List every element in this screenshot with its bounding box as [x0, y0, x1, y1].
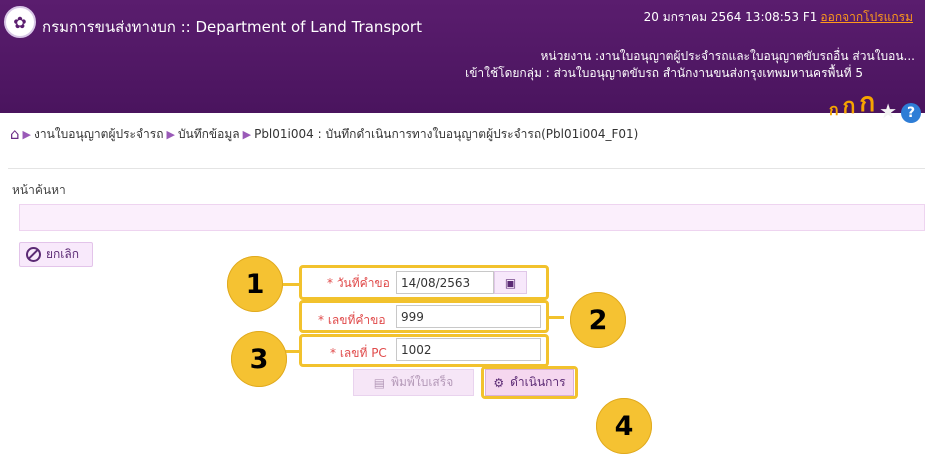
breadcrumb: ⌂ ▶ งานใบอนุญาตผู้ประจำรถ ▶ บันทึกข้อมูล…: [10, 124, 638, 144]
logout-link[interactable]: ออกจากโปรแกรม: [820, 10, 913, 24]
run-button[interactable]: ⚙ ดำเนินการ: [485, 369, 574, 396]
app-header: ✿ กรมการขนส่งทางบก :: Department of Land…: [0, 0, 925, 123]
run-label: ดำเนินการ: [510, 375, 566, 389]
callout-marker-1: 1: [227, 256, 283, 312]
help-icon[interactable]: ?: [901, 103, 921, 123]
logo-emblem-icon: ✿: [4, 6, 36, 38]
font-small-button[interactable]: ก: [829, 98, 839, 123]
app-title: กรมการขนส่งทางบก :: Department of Land T…: [42, 18, 422, 36]
star-icon[interactable]: ★: [879, 99, 897, 123]
request-date-input[interactable]: [396, 271, 494, 294]
home-icon[interactable]: ⌂: [10, 125, 20, 143]
callout-marker-4: 4: [596, 398, 652, 454]
font-medium-button[interactable]: ก: [843, 90, 856, 123]
gear-icon: ⚙: [493, 375, 505, 390]
cancel-label: ยกเลิก: [46, 247, 80, 261]
search-bar: [19, 204, 925, 231]
ban-icon: [26, 247, 41, 262]
breadcrumb-current: Pbl01i004 : บันทึกดำเนินการทางใบอนุญาตผู…: [254, 126, 639, 141]
datetime-text: 20 มกราคม 2564 13:08:53 F1: [643, 10, 818, 24]
breadcrumb-item[interactable]: งานใบอนุญาตผู้ประจำรถ: [34, 125, 163, 144]
cancel-button[interactable]: ยกเลิก: [19, 242, 93, 267]
callout-connector: [548, 316, 564, 319]
callout-connector: [282, 283, 300, 286]
font-large-button[interactable]: ก: [859, 82, 875, 123]
chevron-right-icon: ▶: [166, 127, 175, 141]
chevron-right-icon: ▶: [22, 127, 31, 141]
print-receipt-label: พิมพ์ใบเสร็จ: [391, 375, 454, 389]
datetime-bar: 20 มกราคม 2564 13:08:53 F1 ออกจากโปรแกรม: [644, 8, 913, 27]
printer-icon: ▤: [373, 375, 386, 390]
section-title: หน้าค้นหา: [12, 183, 66, 197]
request-no-label: * เลขที่คำขอ: [318, 313, 386, 327]
request-date-label: * วันที่คำขอ: [327, 276, 390, 290]
group-info: เข้าใช้โดยกลุ่ม : ส่วนใบอนุญาตขับรถ สำนั…: [465, 66, 863, 80]
print-receipt-button[interactable]: ▤ พิมพ์ใบเสร็จ: [353, 369, 474, 396]
chevron-right-icon: ▶: [242, 127, 252, 141]
breadcrumb-item[interactable]: บันทึกข้อมูล: [178, 125, 240, 144]
calendar-icon[interactable]: ▣: [494, 271, 527, 294]
callout-marker-3: 3: [231, 331, 287, 387]
callout-marker-2: 2: [570, 292, 626, 348]
pc-no-label: * เลขที่ PC: [330, 346, 387, 360]
font-size-tools: ก ก ก ★ ?: [829, 82, 921, 123]
request-no-input[interactable]: [396, 305, 541, 328]
pc-no-input[interactable]: [396, 338, 541, 361]
